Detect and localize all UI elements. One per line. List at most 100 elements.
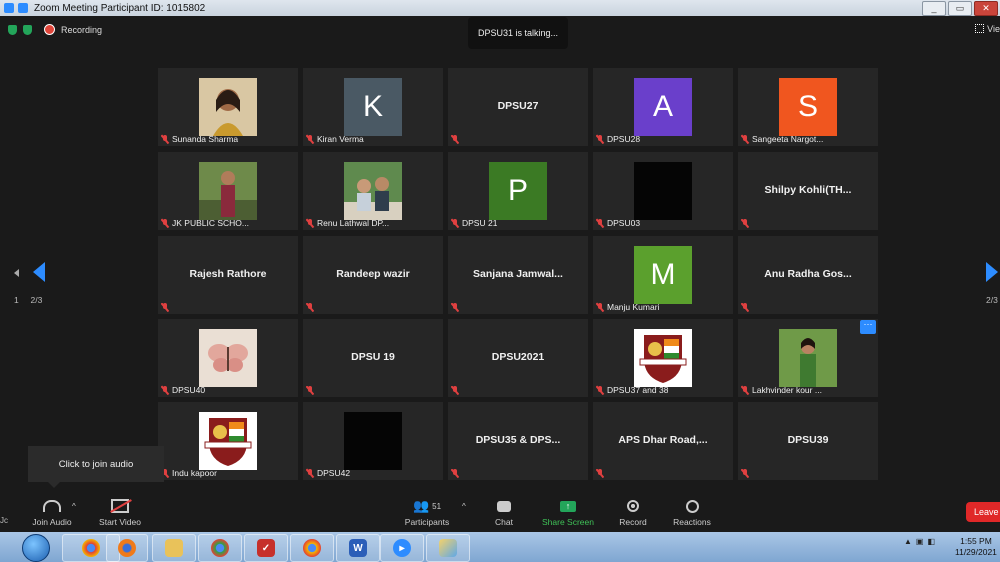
taskbar-zoom[interactable]: ▸ [380, 534, 424, 562]
taskbar-chrome-2[interactable] [198, 534, 242, 562]
participant-tile[interactable]: Renu Lathwal DP... [303, 152, 443, 230]
participant-name-center: Randeep wazir [336, 268, 410, 280]
taskbar-explorer[interactable] [152, 534, 196, 562]
reactions-button[interactable]: Reactions [670, 498, 714, 527]
participant-tile[interactable]: Sunanda Sharma [158, 68, 298, 146]
audio-options-chevron-icon[interactable]: ^ [72, 502, 76, 511]
participant-tile[interactable]: Shilpy Kohli(TH... [738, 152, 878, 230]
participant-video [199, 412, 257, 470]
clock-time: 1:55 PM [960, 536, 992, 546]
share-screen-button[interactable]: ↑ Share Screen [540, 498, 596, 527]
muted-mic-icon [451, 386, 459, 395]
taskbar-paint[interactable] [426, 534, 470, 562]
system-tray: ▲ ▣ ◧ [904, 537, 935, 546]
participant-label: Lakhvinder kour ... [741, 385, 822, 395]
participant-tile[interactable]: APS Dhar Road,... [593, 402, 733, 480]
participant-tile[interactable]: A DPSU28 [593, 68, 733, 146]
record-button[interactable]: Record [616, 498, 650, 527]
start-video-button[interactable]: Start Video [96, 498, 144, 527]
security-shield-icon[interactable] [8, 24, 17, 35]
start-button-icon[interactable] [22, 534, 50, 562]
participant-label: DPSU 21 [451, 218, 497, 228]
more-options-button[interactable]: ··· [860, 320, 876, 334]
show-hidden-icons-icon[interactable]: ▲ [904, 537, 912, 546]
participant-tile[interactable]: DPSU2021 [448, 319, 588, 397]
participant-tile[interactable]: Anu Radha Gos... [738, 236, 878, 314]
participant-tile[interactable]: Indu kapoor [158, 402, 298, 480]
participants-button[interactable]: 👥 51 Participants [402, 498, 452, 527]
taskbar-clock[interactable]: 1:55 PM 11/29/2021 [955, 536, 997, 558]
participant-name: DPSU03 [607, 218, 641, 228]
participant-label: JK PUBLIC SCHO... [161, 218, 249, 228]
muted-mic-icon [741, 385, 749, 395]
muted-mic-icon [596, 134, 604, 144]
participant-tile[interactable]: DPSU42 [303, 402, 443, 480]
view-button[interactable]: Vie [975, 24, 1000, 34]
participant-label [451, 469, 459, 478]
participant-name-center: APS Dhar Road,... [618, 434, 708, 446]
participant-name-center: Rajesh Rathore [189, 268, 267, 280]
participant-tile[interactable]: Sanjana Jamwal... [448, 236, 588, 314]
windows-taskbar: ✓ W ▸ ▲ ▣ ◧ 1:55 PM 11/29/2021 [0, 532, 1000, 562]
close-button[interactable]: ✕ [974, 1, 998, 16]
leave-button[interactable]: Leave [966, 502, 1000, 522]
participant-tile[interactable]: S Sangeeta Nargot... [738, 68, 878, 146]
participant-tile[interactable]: JK PUBLIC SCHO... [158, 152, 298, 230]
active-speaker-banner: DPSU31 is talking... [468, 17, 568, 49]
recording-label: Recording [61, 24, 103, 35]
chat-button[interactable]: Chat [488, 498, 520, 527]
participant-tile[interactable]: DPSU40 [158, 319, 298, 397]
participant-tile[interactable]: Lakhvinder kour ... [738, 319, 878, 397]
participant-label: Sunanda Sharma [161, 134, 238, 144]
chat-icon [497, 500, 511, 512]
muted-mic-icon [596, 385, 604, 395]
muted-mic-icon [451, 218, 459, 228]
arrow-right-icon[interactable] [986, 262, 998, 282]
participant-tile[interactable]: K Kiran Verma [303, 68, 443, 146]
network-icon[interactable]: ▣ [916, 537, 924, 546]
arrow-left-icon[interactable] [33, 262, 45, 282]
participant-video [344, 412, 402, 470]
taskbar-firefox[interactable] [106, 534, 148, 562]
pdf-icon: ✓ [257, 539, 275, 557]
participant-tile[interactable]: DPSU35 & DPS... [448, 402, 588, 480]
participant-name: DPSU 21 [462, 218, 498, 228]
clock-date: 11/29/2021 [955, 547, 997, 557]
participant-video [199, 78, 257, 136]
participant-name-center: DPSU35 & DPS... [475, 434, 561, 446]
encryption-shield-icon[interactable] [23, 24, 32, 35]
maximize-button[interactable]: ▭ [948, 1, 972, 16]
meeting-status: Recording [8, 24, 102, 35]
taskbar-chrome-3[interactable] [290, 534, 334, 562]
muted-mic-icon [161, 303, 169, 312]
taskbar-word[interactable]: W [336, 534, 380, 562]
participants-options-chevron-icon[interactable]: ^ [462, 502, 466, 511]
previous-page-nav[interactable]: 1 2/3 [14, 262, 45, 305]
zoom-app-icon [4, 3, 14, 13]
participant-tile[interactable]: DPSU37 and 38 [593, 319, 733, 397]
muted-mic-icon [306, 386, 314, 395]
volume-icon[interactable]: ◧ [927, 537, 935, 546]
taskbar-pdf[interactable]: ✓ [244, 534, 288, 562]
participant-tile[interactable]: Randeep wazir [303, 236, 443, 314]
minimize-button[interactable]: _ [922, 1, 946, 16]
share-screen-label: Share Screen [542, 517, 594, 527]
participant-tile[interactable]: P DPSU 21 [448, 152, 588, 230]
word-icon: W [349, 539, 367, 557]
participant-tile[interactable]: DPSU27 [448, 68, 588, 146]
cut-off-label: Jc [0, 516, 8, 525]
grid-view-icon [975, 24, 985, 33]
reactions-icon [685, 499, 699, 513]
participant-tile[interactable]: DPSU03 [593, 152, 733, 230]
chrome-icon [82, 539, 100, 557]
participant-tile[interactable]: DPSU 19 [303, 319, 443, 397]
participant-tile[interactable]: DPSU39 [738, 402, 878, 480]
next-page-nav[interactable]: 2/3 [986, 262, 998, 305]
muted-mic-icon [596, 469, 604, 478]
headphones-icon [43, 500, 61, 512]
participant-video [779, 329, 837, 387]
record-icon [627, 500, 639, 512]
participant-tile[interactable]: Rajesh Rathore [158, 236, 298, 314]
participant-tile[interactable]: M Manju Kumari [593, 236, 733, 314]
join-audio-button[interactable]: Join Audio [28, 498, 76, 527]
